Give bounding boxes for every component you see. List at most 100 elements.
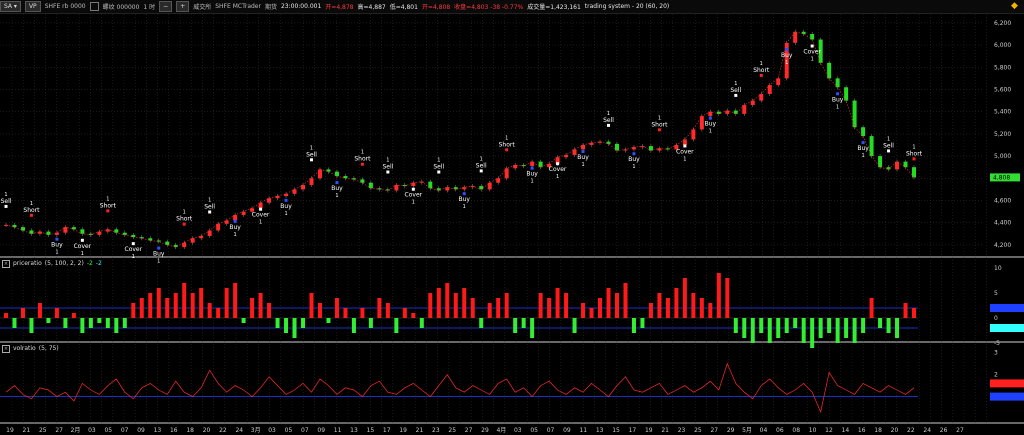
price-tick-label: 4,600	[994, 197, 1011, 204]
candle-body	[207, 230, 212, 237]
priceratio-bar	[614, 293, 619, 318]
signal-label: Buy	[781, 52, 793, 59]
signal-marker	[861, 141, 865, 145]
candle-body	[835, 78, 840, 88]
signal-marker	[556, 162, 560, 166]
trade-signal: Cover1	[676, 144, 694, 162]
signal-marker	[657, 128, 661, 132]
signal-marker	[437, 170, 441, 174]
candle-body	[903, 161, 908, 168]
priceratio-bar	[750, 318, 755, 343]
priceratio-bar	[224, 288, 229, 318]
priceratio-bar	[903, 303, 908, 318]
priceratio-bar	[530, 318, 535, 338]
volratio-base-tag	[990, 392, 1024, 401]
date-tick-label: 05	[285, 427, 293, 434]
candle-body	[97, 231, 102, 235]
date-tick-label: 14	[842, 427, 850, 434]
trade-signal: Sell1	[306, 145, 317, 162]
priceratio-bar	[233, 283, 238, 318]
volratio-tick-label: 3	[994, 350, 998, 357]
trade-signal: Buy1	[280, 198, 292, 217]
signal-label: Cover	[74, 243, 92, 250]
priceratio-bar	[708, 303, 713, 318]
priceratio-bar	[784, 318, 789, 333]
signal-count: 1	[861, 153, 864, 159]
signal-count: 1	[912, 144, 915, 150]
candle-body	[708, 111, 713, 117]
date-tick-label: 21	[416, 427, 424, 434]
signal-count: 1	[386, 158, 389, 164]
date-tick-label: 20	[203, 427, 211, 434]
priceratio-bar	[852, 318, 857, 343]
signal-count: 1	[607, 111, 610, 117]
candle-body	[199, 236, 204, 239]
priceratio-bar	[385, 303, 390, 318]
date-tick-label: 05	[530, 427, 538, 434]
signal-count: 1	[811, 57, 814, 63]
trade-signal: Cover1	[405, 187, 423, 206]
candle-body	[657, 148, 662, 151]
priceratio-bar	[674, 288, 679, 318]
priceratio-bar	[182, 283, 187, 318]
priceratio-bar	[258, 293, 263, 318]
candle-body	[912, 167, 916, 178]
signal-label: Buy	[577, 154, 589, 161]
priceratio-bar	[818, 318, 823, 338]
priceratio-bar	[190, 293, 195, 318]
indicator-value-1: -2	[86, 260, 93, 267]
signal-count: 1	[556, 174, 559, 180]
date-tick-label: 09	[137, 427, 145, 434]
date-tick-label: 12	[825, 427, 833, 434]
signal-marker	[284, 198, 288, 202]
priceratio-bar	[71, 313, 76, 318]
priceratio-bar	[606, 288, 611, 318]
candle-body	[810, 33, 815, 40]
candle-body	[292, 189, 297, 194]
date-tick-label: 3月	[251, 427, 261, 434]
current-price-label: 4,808	[993, 174, 1010, 181]
signal-label: Buy	[153, 251, 165, 258]
candle-body	[71, 227, 76, 230]
date-tick-label: 22	[907, 427, 915, 434]
date-tick-label: 17	[383, 427, 391, 434]
date-tick-label: 26	[940, 427, 948, 434]
candle-body	[343, 176, 348, 179]
signal-count: 1	[284, 211, 287, 217]
candle-body	[233, 214, 238, 221]
priceratio-bar	[368, 318, 373, 328]
close-icon[interactable]: ×	[2, 259, 10, 268]
price-tick-label: 5,600	[994, 86, 1011, 93]
signal-label: Buy	[628, 156, 640, 163]
indicator-params: (5, 100, 2, 2)	[44, 260, 84, 267]
candle-body	[589, 142, 594, 145]
date-tick-label: 19	[399, 427, 407, 434]
trade-signal: Short1	[23, 201, 40, 217]
priceratio-bar	[37, 303, 42, 318]
candle-body	[852, 100, 857, 128]
priceratio-bar	[598, 298, 603, 318]
signal-label: Short	[354, 156, 371, 163]
priceratio-bar	[122, 318, 127, 328]
date-tick-label: 15	[612, 427, 620, 434]
signal-label: Buy	[705, 121, 717, 128]
close-icon[interactable]: ×	[2, 344, 10, 353]
price-tick-label: 6,200	[994, 20, 1011, 27]
candle-body	[759, 93, 764, 101]
date-tick-label: 2月	[71, 427, 81, 434]
priceratio-tick-label: -5	[994, 340, 1000, 347]
priceratio-bar	[199, 288, 204, 318]
signal-count: 1	[505, 135, 508, 141]
signal-label: Buy	[331, 185, 343, 192]
priceratio-bar	[411, 313, 416, 318]
date-tick-label: 13	[596, 427, 604, 434]
volratio-title: × volratio (5, 75)	[2, 344, 59, 353]
priceratio-bar	[767, 318, 772, 343]
trade-signal: Short1	[906, 144, 923, 161]
priceratio-bar	[165, 298, 170, 318]
date-tick-label: 15	[367, 427, 375, 434]
priceratio-bar	[292, 318, 297, 338]
signal-label: Short	[753, 67, 770, 74]
priceratio-bar	[895, 318, 900, 338]
priceratio-bar	[835, 318, 840, 343]
